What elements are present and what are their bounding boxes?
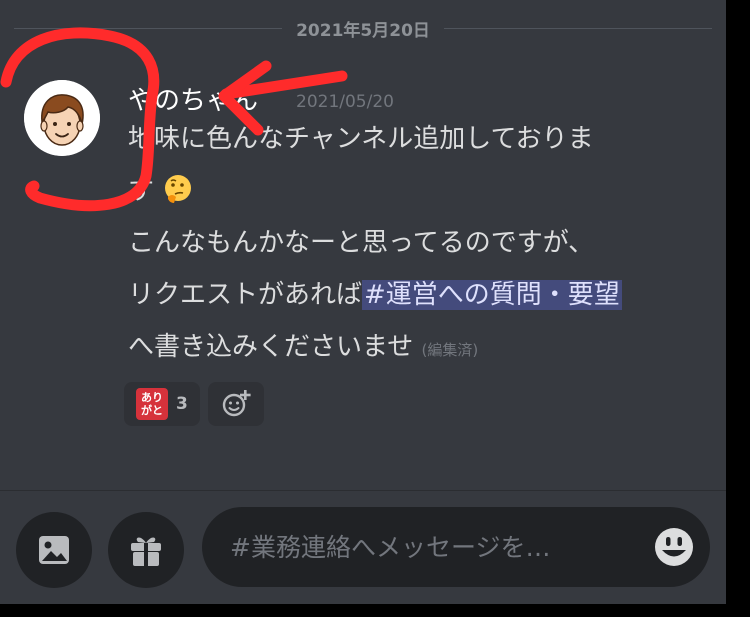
message-input[interactable]	[230, 507, 630, 587]
emoji-picker-icon[interactable]	[652, 525, 696, 569]
edited-label: (編集済)	[421, 341, 479, 359]
add-reaction-button[interactable]	[207, 382, 264, 426]
author-name[interactable]: やのちゃん	[128, 80, 258, 117]
gift-icon	[131, 537, 161, 566]
message-line: こんなもんかなーと思ってるのですが、	[128, 228, 595, 258]
gift-button[interactable]	[108, 512, 184, 588]
avatar-face-icon	[24, 80, 100, 156]
message-composer	[202, 507, 710, 587]
date-divider: 2021年5月20日	[14, 14, 712, 42]
message-text: す	[128, 176, 155, 206]
reaction-arigato[interactable]: あり がと 3	[124, 382, 200, 426]
message-text: へ書き込みくださいませ	[128, 332, 414, 362]
reactions-row: あり がと 3	[124, 382, 264, 426]
message-line: 地味に色んなチャンネル追加しておりま	[128, 124, 594, 154]
chat-screen: 2021年5月20日 やのちゃん 2021/05/20 地味に色んなチャンネル追…	[0, 0, 726, 604]
message-line: へ書き込みくださいませ (編集済)	[128, 321, 708, 376]
date-divider-text: 2021年5月20日	[296, 20, 430, 41]
add-reaction-icon	[222, 390, 251, 417]
message-line: リクエストがあれば#運営への質問・要望	[128, 269, 708, 321]
message-timestamp: 2021/05/20	[296, 92, 394, 112]
divider-line-right	[443, 27, 712, 29]
thinking-face-icon	[165, 175, 192, 203]
arigato-stamp-icon: あり がと	[136, 388, 168, 420]
channel-mention-link[interactable]: #運営への質問・要望	[362, 280, 622, 310]
message-line: す	[128, 165, 708, 217]
image-icon	[39, 536, 69, 564]
avatar[interactable]	[24, 80, 100, 156]
image-upload-button[interactable]	[16, 512, 92, 588]
reaction-count: 3	[176, 394, 188, 414]
message-text: リクエストがあれば	[128, 280, 363, 310]
message-body: 地味に色んなチャンネル追加しておりま す こんなもんかなーと思ってるのですが、 …	[128, 113, 708, 376]
divider-line-left	[14, 27, 283, 29]
